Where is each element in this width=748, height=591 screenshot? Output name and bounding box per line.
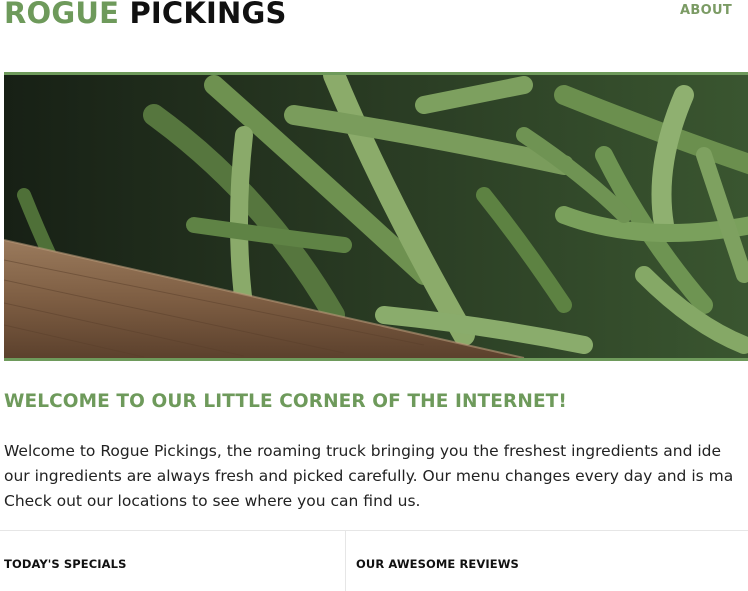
reviews-heading: OUR AWESOME REVIEWS xyxy=(356,557,519,571)
column-divider xyxy=(345,531,346,591)
section-divider xyxy=(0,530,748,531)
intro-paragraph: Welcome to Rogue Pickings, the roaming t… xyxy=(4,439,748,519)
intro-line-2: our ingredients are always fresh and pic… xyxy=(4,467,734,485)
intro-line-3: Check out our locations to see where you… xyxy=(4,492,421,510)
site-logo[interactable]: ROGUE PICKINGS xyxy=(4,0,287,30)
specials-heading: TODAY'S SPECIALS xyxy=(4,557,127,571)
brand-name-part2: PICKINGS xyxy=(129,0,287,30)
intro-line-1: Welcome to Rogue Pickings, the roaming t… xyxy=(4,442,722,460)
nav-about-link[interactable]: ABOUT xyxy=(680,3,732,18)
brand-name-part1: ROGUE xyxy=(4,0,120,30)
hero-image xyxy=(4,72,748,361)
welcome-heading: WELCOME TO OUR LITTLE CORNER OF THE INTE… xyxy=(4,391,567,412)
